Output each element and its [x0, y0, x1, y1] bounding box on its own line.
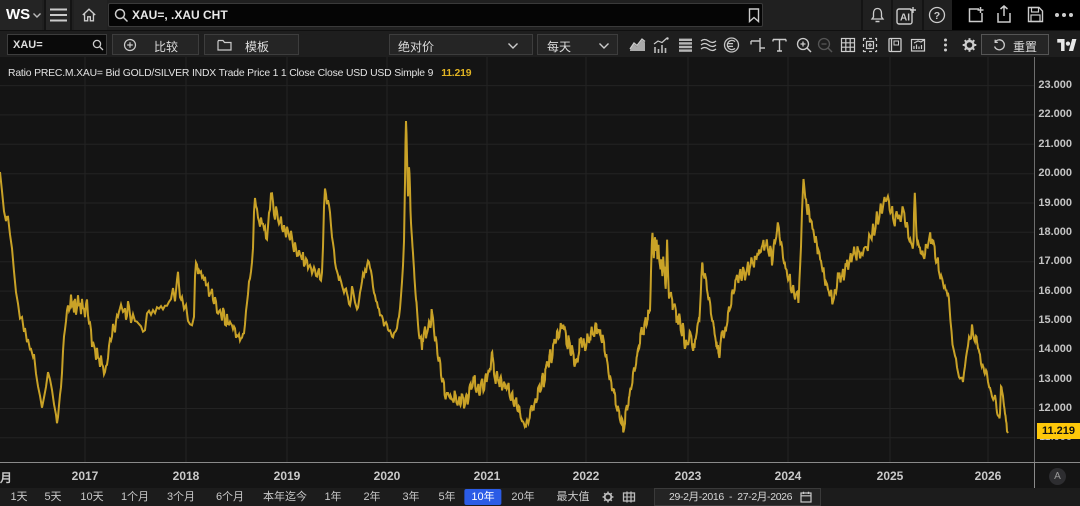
svg-text:AI: AI: [900, 13, 910, 24]
svg-text:?: ?: [934, 10, 940, 22]
